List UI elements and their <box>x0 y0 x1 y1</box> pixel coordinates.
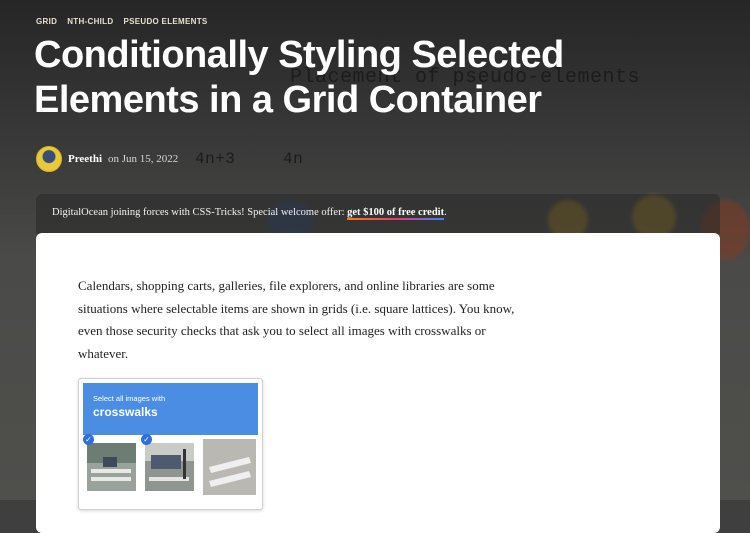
tag-nth-child[interactable]: NTH-CHILD <box>67 17 113 26</box>
street-photo <box>145 443 194 491</box>
tag-list: GRID NTH-CHILD PSEUDO ELEMENTS <box>36 17 208 26</box>
article-body: Calendars, shopping carts, galleries, fi… <box>36 233 720 533</box>
promo-banner: DigitalOcean joining forces with CSS-Tri… <box>36 194 720 234</box>
avatar[interactable] <box>36 146 62 172</box>
captcha-header: Select all images with crosswalks <box>83 383 258 435</box>
captcha-illustration: Select all images with crosswalks ✓ ✓ <box>78 378 263 510</box>
background-label: 4n+3 <box>195 150 236 168</box>
article-title: Conditionally Styling Selected Elements … <box>34 34 564 121</box>
promo-suffix: . <box>444 207 447 218</box>
intro-paragraph: Calendars, shopping carts, galleries, fi… <box>78 278 515 361</box>
street-photo <box>87 443 136 491</box>
street-photo <box>203 439 256 495</box>
captcha-tile[interactable] <box>83 437 140 495</box>
publish-date: on Jun 15, 2022 <box>108 153 179 165</box>
check-icon: ✓ <box>141 434 152 445</box>
captcha-tile[interactable] <box>141 437 198 495</box>
captcha-prompt: Select all images with <box>93 394 166 403</box>
tag-grid[interactable]: GRID <box>36 17 57 26</box>
check-icon: ✓ <box>83 434 94 445</box>
captcha-keyword: crosswalks <box>93 405 158 419</box>
background-label: 4n <box>283 150 304 168</box>
promo-link[interactable]: get $100 of free credit <box>347 207 445 220</box>
promo-message: DigitalOcean joining forces with CSS-Tri… <box>52 207 348 218</box>
tag-pseudo-elements[interactable]: PSEUDO ELEMENTS <box>123 17 207 26</box>
author-link[interactable]: Preethi <box>68 153 102 165</box>
captcha-tile[interactable] <box>199 437 256 495</box>
byline: Preethi on Jun 15, 2022 <box>36 146 178 172</box>
promo-text: DigitalOcean joining forces with CSS-Tri… <box>52 207 447 220</box>
